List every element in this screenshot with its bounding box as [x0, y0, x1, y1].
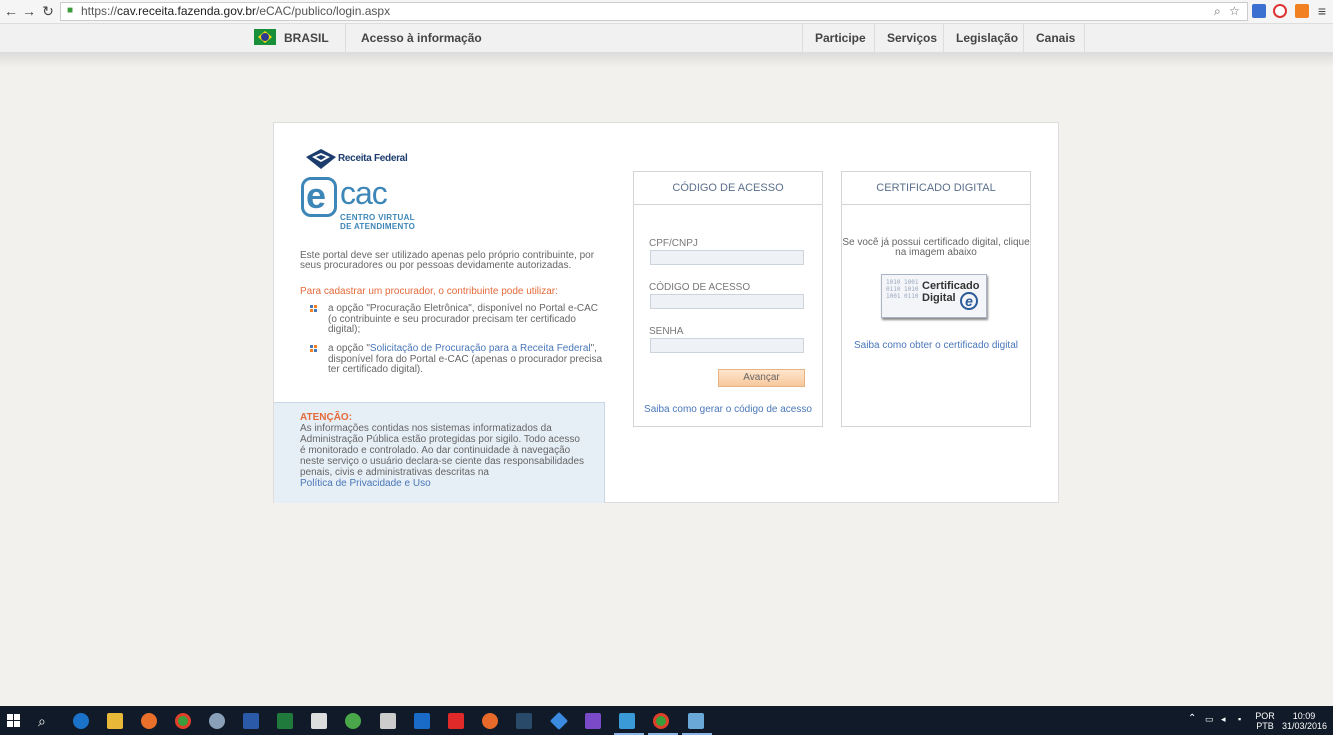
- windows-taskbar: ⌕ ⌃ ▭ ◂ ▪ POR PTB 10:09 31/03/2016: [0, 706, 1333, 735]
- attention-title: ATENÇÃO:: [300, 412, 353, 423]
- access-code-input[interactable]: [650, 294, 804, 309]
- file-explorer-icon[interactable]: [107, 713, 123, 729]
- firefox-icon[interactable]: [141, 713, 157, 729]
- calculator-icon[interactable]: [311, 713, 327, 729]
- lock-icon: ■: [67, 5, 74, 16]
- certificate-box: CERTIFICADO DIGITAL Se você já possui ce…: [841, 171, 1031, 427]
- obtain-certificate-link[interactable]: Saiba como obter o certificado digital: [842, 340, 1030, 351]
- gov-brasil-link[interactable]: BRASIL: [284, 31, 329, 45]
- gov-access-link[interactable]: Acesso à informação: [361, 31, 482, 45]
- steam-icon[interactable]: [516, 713, 532, 729]
- app-icon[interactable]: [688, 713, 704, 729]
- ecac-e-icon: e: [960, 292, 978, 310]
- calendar-icon[interactable]: [380, 713, 396, 729]
- solicitacao-procuracao-link[interactable]: Solicitação de Procuração para a Receita…: [370, 343, 591, 354]
- access-code-label: CÓDIGO DE ACESSO: [649, 282, 751, 293]
- app-icon[interactable]: [482, 713, 498, 729]
- generate-code-link[interactable]: Saiba como gerar o código de acesso: [634, 404, 822, 415]
- opera-icon[interactable]: [1273, 4, 1287, 18]
- forward-icon[interactable]: →: [21, 3, 37, 19]
- certificate-button[interactable]: 1010 1001 0110 1010 1001 0110 Certificad…: [881, 274, 987, 318]
- app-icon[interactable]: [619, 713, 635, 729]
- brazil-flag-icon: [254, 29, 276, 45]
- bullet-icon: [310, 305, 317, 312]
- password-label: SENHA: [649, 326, 684, 337]
- cpf-label: CPF/CNPJ: [649, 238, 698, 249]
- visual-studio-icon[interactable]: [585, 713, 601, 729]
- search-icon[interactable]: ⌕: [38, 713, 54, 729]
- chrome-icon[interactable]: [175, 713, 191, 729]
- ecac-logo-icon: e: [301, 175, 337, 217]
- agency-name: Receita Federal: [338, 153, 408, 164]
- excel-icon[interactable]: [277, 713, 293, 729]
- intro-text: Este portal deve ser utilizado apenas pe…: [300, 250, 595, 271]
- attention-box: ATENÇÃO: As informações contidas nos sis…: [274, 402, 605, 503]
- language-indicator[interactable]: POR PTB: [1254, 711, 1276, 731]
- access-code-title: CÓDIGO DE ACESSO: [634, 172, 822, 205]
- avancar-button[interactable]: Avançar: [718, 369, 805, 387]
- chrome-icon[interactable]: [653, 713, 669, 729]
- gov-link-servicos[interactable]: Serviços: [887, 31, 937, 45]
- word-icon[interactable]: [243, 713, 259, 729]
- volume-icon[interactable]: ◂: [1221, 714, 1226, 724]
- certificate-title: CERTIFICADO DIGITAL: [842, 172, 1030, 205]
- access-code-box: CÓDIGO DE ACESSO CPF/CNPJ CÓDIGO DE ACES…: [633, 171, 823, 427]
- gov-link-legislacao[interactable]: Legislação: [956, 31, 1018, 45]
- address-bar[interactable]: ■ https://cav.receita.fazenda.gov.br/eCA…: [60, 2, 1248, 21]
- network-icon[interactable]: ▭: [1205, 714, 1214, 724]
- clock[interactable]: 10:09 31/03/2016: [1282, 711, 1327, 731]
- receita-federal-logo-icon: [306, 149, 336, 169]
- gov-bar: BRASIL Acesso à informação Participe Ser…: [0, 24, 1333, 53]
- gov-link-canais[interactable]: Canais: [1036, 31, 1075, 45]
- app-icon[interactable]: [345, 713, 361, 729]
- attention-text: As informações contidas nos sistemas inf…: [300, 423, 585, 489]
- password-input[interactable]: [650, 338, 804, 353]
- windows-start-icon[interactable]: [7, 714, 20, 727]
- certificate-binary-art: 1010 1001 0110 1010 1001 0110: [886, 279, 919, 300]
- menu-icon[interactable]: ≡: [1314, 3, 1330, 19]
- cpf-input[interactable]: [650, 250, 804, 265]
- privacy-policy-link[interactable]: Política de Privacidade e Uso: [300, 478, 431, 489]
- procurador-title: Para cadastrar um procurador, o contribu…: [300, 286, 558, 297]
- app-icon[interactable]: [414, 713, 430, 729]
- extension-icon[interactable]: [1252, 4, 1266, 18]
- extension-icon[interactable]: [1295, 4, 1309, 18]
- ecac-logo-subtitle: CENTRO VIRTUAL DE ATENDIMENTO: [340, 213, 416, 231]
- certificate-text: Se você já possui certificado digital, c…: [842, 237, 1030, 258]
- bookmark-star-icon[interactable]: ☆: [1229, 4, 1240, 18]
- bullet-icon: [310, 345, 317, 352]
- login-panel: Receita Federal e cac CENTRO VIRTUAL DE A…: [273, 122, 1059, 503]
- zoom-icon[interactable]: ⌕: [1214, 4, 1221, 19]
- url-text: https://cav.receita.fazenda.gov.br/eCAC/…: [81, 4, 391, 18]
- app-icon[interactable]: [549, 711, 569, 731]
- gov-link-participe[interactable]: Participe: [815, 31, 866, 45]
- flash-icon[interactable]: [448, 713, 464, 729]
- reload-icon[interactable]: ↻: [40, 3, 56, 19]
- chevron-up-icon[interactable]: ⌃: [1188, 714, 1196, 724]
- notification-icon[interactable]: ▪: [1238, 714, 1241, 724]
- back-icon[interactable]: ←: [3, 3, 19, 19]
- browser-toolbar: ← → ↻ ■ https://cav.receita.fazenda.gov.…: [0, 0, 1333, 24]
- edge-icon[interactable]: [73, 713, 89, 729]
- app-icon[interactable]: [209, 713, 225, 729]
- ecac-logo-text: cac: [340, 175, 388, 211]
